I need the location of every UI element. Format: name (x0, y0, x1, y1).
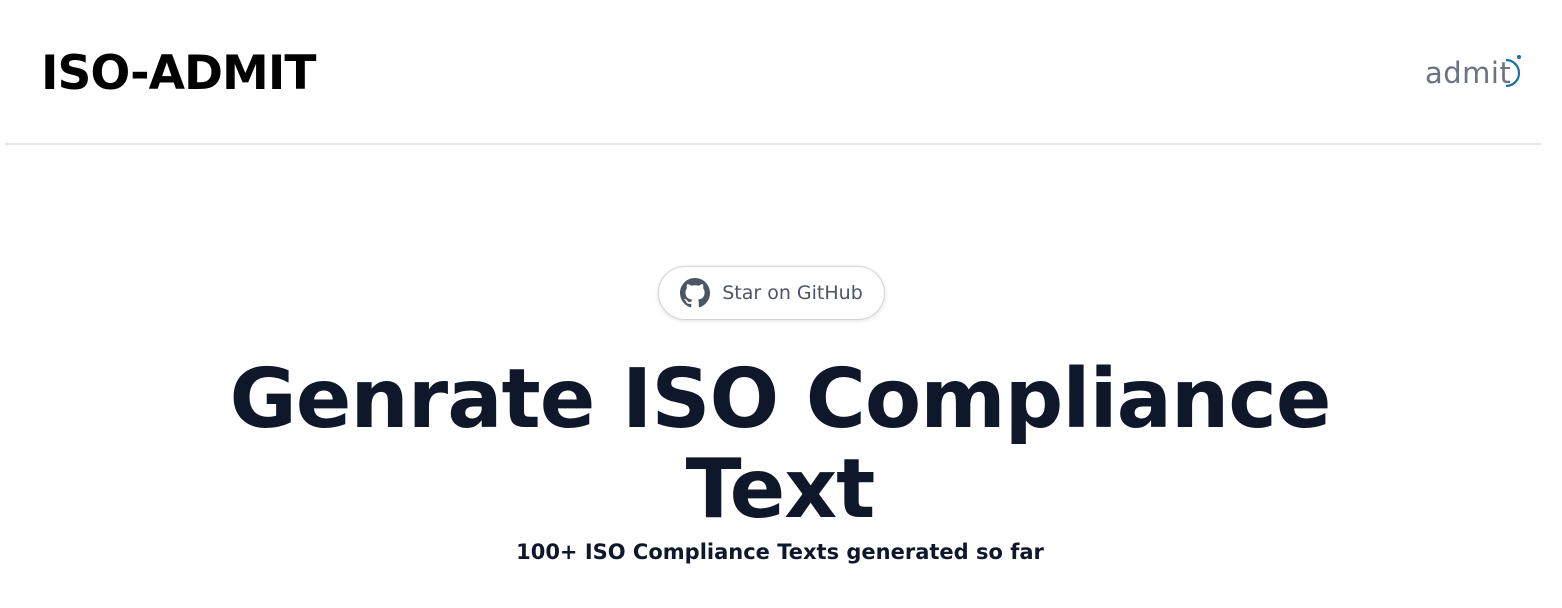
github-icon (680, 278, 711, 308)
site-title: ISO-ADMIT (41, 46, 316, 101)
admit-logo-link[interactable]: admit (1419, 52, 1529, 92)
hero-title: Genrate ISO Compliance Text (229, 352, 1331, 537)
site-header: ISO-ADMIT admit (5, 0, 1541, 145)
admit-logo-icon: admit (1425, 55, 1521, 90)
star-on-github-label: Star on GitHub (722, 282, 863, 304)
star-on-github-button[interactable]: Star on GitHub (658, 266, 885, 320)
generated-count-text: 100+ ISO Compliance Texts generated so f… (516, 540, 1044, 564)
admit-logo-text: admit (1425, 56, 1511, 90)
